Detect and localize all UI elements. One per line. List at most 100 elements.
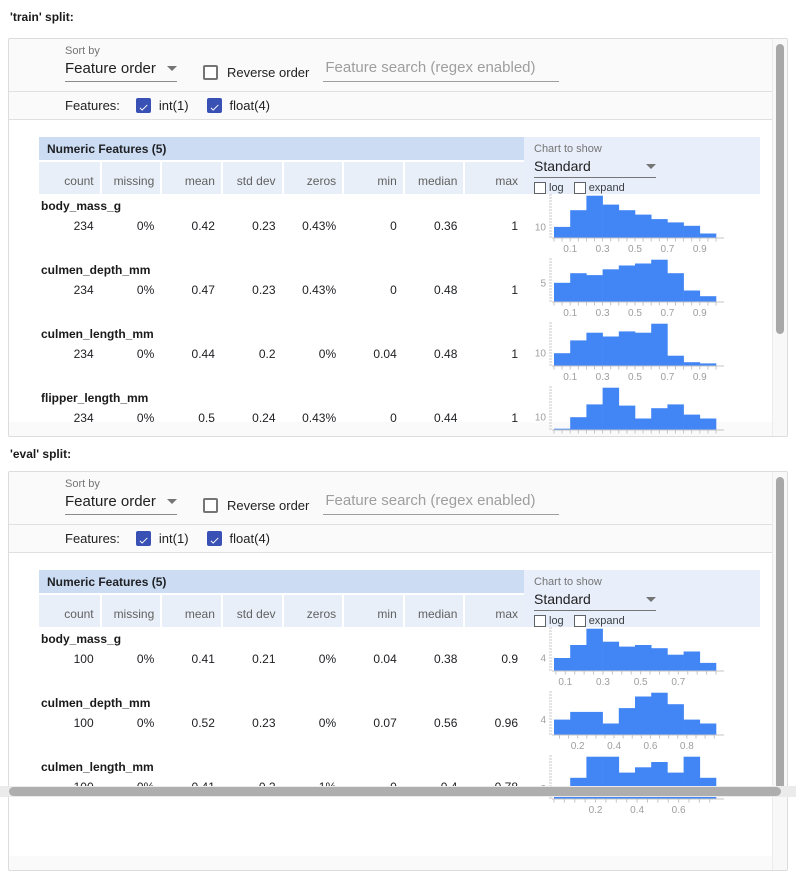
feature-stat: 0.21	[221, 650, 282, 666]
svg-text:4: 4	[540, 653, 546, 664]
svg-text:0.2: 0.2	[571, 741, 585, 751]
chevron-down-icon	[646, 164, 656, 169]
feature-stat: 100	[39, 714, 100, 730]
chart-controls-box: Chart to show Standard log expand	[524, 137, 760, 194]
table-row: culmen_depth_mm1000%0.520.230%0.070.560.…	[39, 691, 524, 755]
horizontal-scrollbar[interactable]	[0, 786, 796, 797]
feature-filter-float[interactable]: float(4)	[207, 531, 270, 546]
feature-stat: 0.41	[160, 650, 221, 666]
feature-stat: 0.23	[221, 217, 282, 233]
svg-text:0.3: 0.3	[596, 677, 610, 687]
feature-stat: 0%	[282, 345, 343, 361]
feature-stat: 0.23	[221, 281, 282, 297]
column-header-missing: missing	[100, 595, 161, 627]
feature-filter-int[interactable]: int(1)	[136, 531, 189, 546]
reverse-order-checkbox[interactable]: Reverse order	[203, 498, 309, 513]
svg-text:0.5: 0.5	[628, 372, 642, 382]
numeric-features-table: Numeric Features (5) countmissingmeanstd…	[39, 137, 524, 437]
feature-search-input[interactable]	[323, 492, 559, 515]
svg-text:5: 5	[540, 278, 546, 289]
svg-text:0.1: 0.1	[563, 244, 577, 254]
scrollbar-thumb[interactable]	[776, 44, 784, 334]
column-header-count: count	[39, 162, 100, 194]
svg-text:0.7: 0.7	[660, 244, 674, 254]
features-label: Features:	[65, 98, 120, 113]
checkbox-checked-icon	[136, 98, 151, 113]
histogram-chart: 0.10.30.50.70.95	[524, 258, 736, 318]
feature-stat: 234	[39, 345, 100, 361]
feature-name: body_mass_g	[39, 197, 524, 217]
sort-by-label: Sort by	[65, 478, 177, 490]
feature-stat: 0.2	[221, 345, 282, 361]
svg-text:0.7: 0.7	[671, 677, 685, 687]
column-header-min: min	[342, 595, 403, 627]
feature-stat: 0.5	[160, 409, 221, 425]
feature-stat: 0.48	[403, 345, 464, 361]
reverse-order-checkbox[interactable]: Reverse order	[203, 65, 309, 80]
feature-stat: 234	[39, 217, 100, 233]
sort-by-dropdown[interactable]: Feature order	[65, 60, 177, 82]
column-header-max: max	[463, 595, 524, 627]
vertical-scrollbar[interactable]	[772, 39, 787, 436]
svg-text:0.6: 0.6	[644, 741, 658, 751]
chart-to-show-value: Standard	[534, 591, 591, 607]
feature-search-input[interactable]	[323, 59, 559, 82]
feature-stat: 0.04	[342, 345, 403, 361]
histogram-row-flipper_length_mm: 0.10.30.50.70.910	[524, 386, 760, 437]
numeric-features-title: Numeric Features (5)	[39, 570, 524, 595]
svg-text:0.1: 0.1	[563, 372, 577, 382]
checkbox-checked-icon	[136, 531, 151, 546]
column-header-count: count	[39, 595, 100, 627]
scrollbar-thumb[interactable]	[776, 477, 784, 795]
sort-by-value: Feature order	[65, 60, 156, 77]
feature-stat: 234	[39, 409, 100, 425]
feature-stat: 0.43%	[282, 409, 343, 425]
eval-controls-row: Sort by Feature order Reverse order	[9, 472, 787, 524]
checkbox-unchecked-icon	[534, 182, 546, 194]
column-header-max: max	[463, 162, 524, 194]
histogram-chart: 0.20.40.62	[524, 755, 736, 815]
table-row: flipper_length_mm2340%0.50.240.43%00.441	[39, 386, 524, 437]
svg-text:0.7: 0.7	[660, 308, 674, 318]
feature-stat: 0.43%	[282, 217, 343, 233]
svg-text:10: 10	[535, 222, 547, 233]
chart-to-show-dropdown[interactable]: Standard	[534, 158, 656, 178]
column-header-median: median	[403, 162, 464, 194]
feature-name: culmen_length_mm	[39, 758, 524, 778]
table-body: body_mass_g2340%0.420.230.43%00.361culme…	[39, 194, 524, 437]
histogram-chart: 0.10.30.50.74	[524, 627, 736, 687]
feature-filter-int[interactable]: int(1)	[136, 98, 189, 113]
numeric-features-table: Numeric Features (5) countmissingmeanstd…	[39, 570, 524, 819]
chart-controls-box: Chart to show Standard log expand	[524, 570, 760, 627]
checkbox-unchecked-icon	[574, 615, 586, 627]
feature-stat: 0	[342, 409, 403, 425]
chart-to-show-dropdown[interactable]: Standard	[534, 591, 656, 611]
log-checkbox[interactable]: log	[534, 615, 564, 627]
checkbox-unchecked-icon	[574, 182, 586, 194]
feature-stat: 0.9	[463, 650, 524, 666]
table-row: culmen_depth_mm2340%0.470.230.43%00.481	[39, 258, 524, 322]
train-split-label: 'train' split:	[10, 10, 788, 24]
histogram-chart: 0.10.30.50.70.910	[524, 322, 736, 382]
column-header-row: countmissingmeanstd devzerosminmedianmax	[39, 162, 524, 194]
feature-stat: 0.04	[342, 650, 403, 666]
feature-stat: 0.56	[403, 714, 464, 730]
svg-text:0.4: 0.4	[607, 741, 621, 751]
feature-name: culmen_length_mm	[39, 325, 524, 345]
chevron-down-icon	[167, 66, 177, 71]
histogram-row-culmen_length_mm: 0.10.30.50.70.910	[524, 322, 760, 386]
table-row: body_mass_g2340%0.420.230.43%00.361	[39, 194, 524, 258]
expand-checkbox[interactable]: expand	[574, 182, 625, 194]
features-label: Features:	[65, 531, 120, 546]
log-checkbox[interactable]: log	[534, 182, 564, 194]
feature-filter-float[interactable]: float(4)	[207, 98, 270, 113]
column-header-std-dev: std dev	[221, 595, 282, 627]
vertical-scrollbar[interactable]	[772, 472, 787, 870]
scrollbar-thumb[interactable]	[9, 787, 781, 796]
sort-by-dropdown[interactable]: Feature order	[65, 493, 177, 515]
expand-checkbox[interactable]: expand	[574, 615, 625, 627]
feature-stat: 0.44	[160, 345, 221, 361]
feature-stat: 0%	[100, 409, 161, 425]
svg-text:0.9: 0.9	[693, 436, 707, 437]
histogram-chart: 0.10.30.50.70.910	[524, 386, 736, 437]
